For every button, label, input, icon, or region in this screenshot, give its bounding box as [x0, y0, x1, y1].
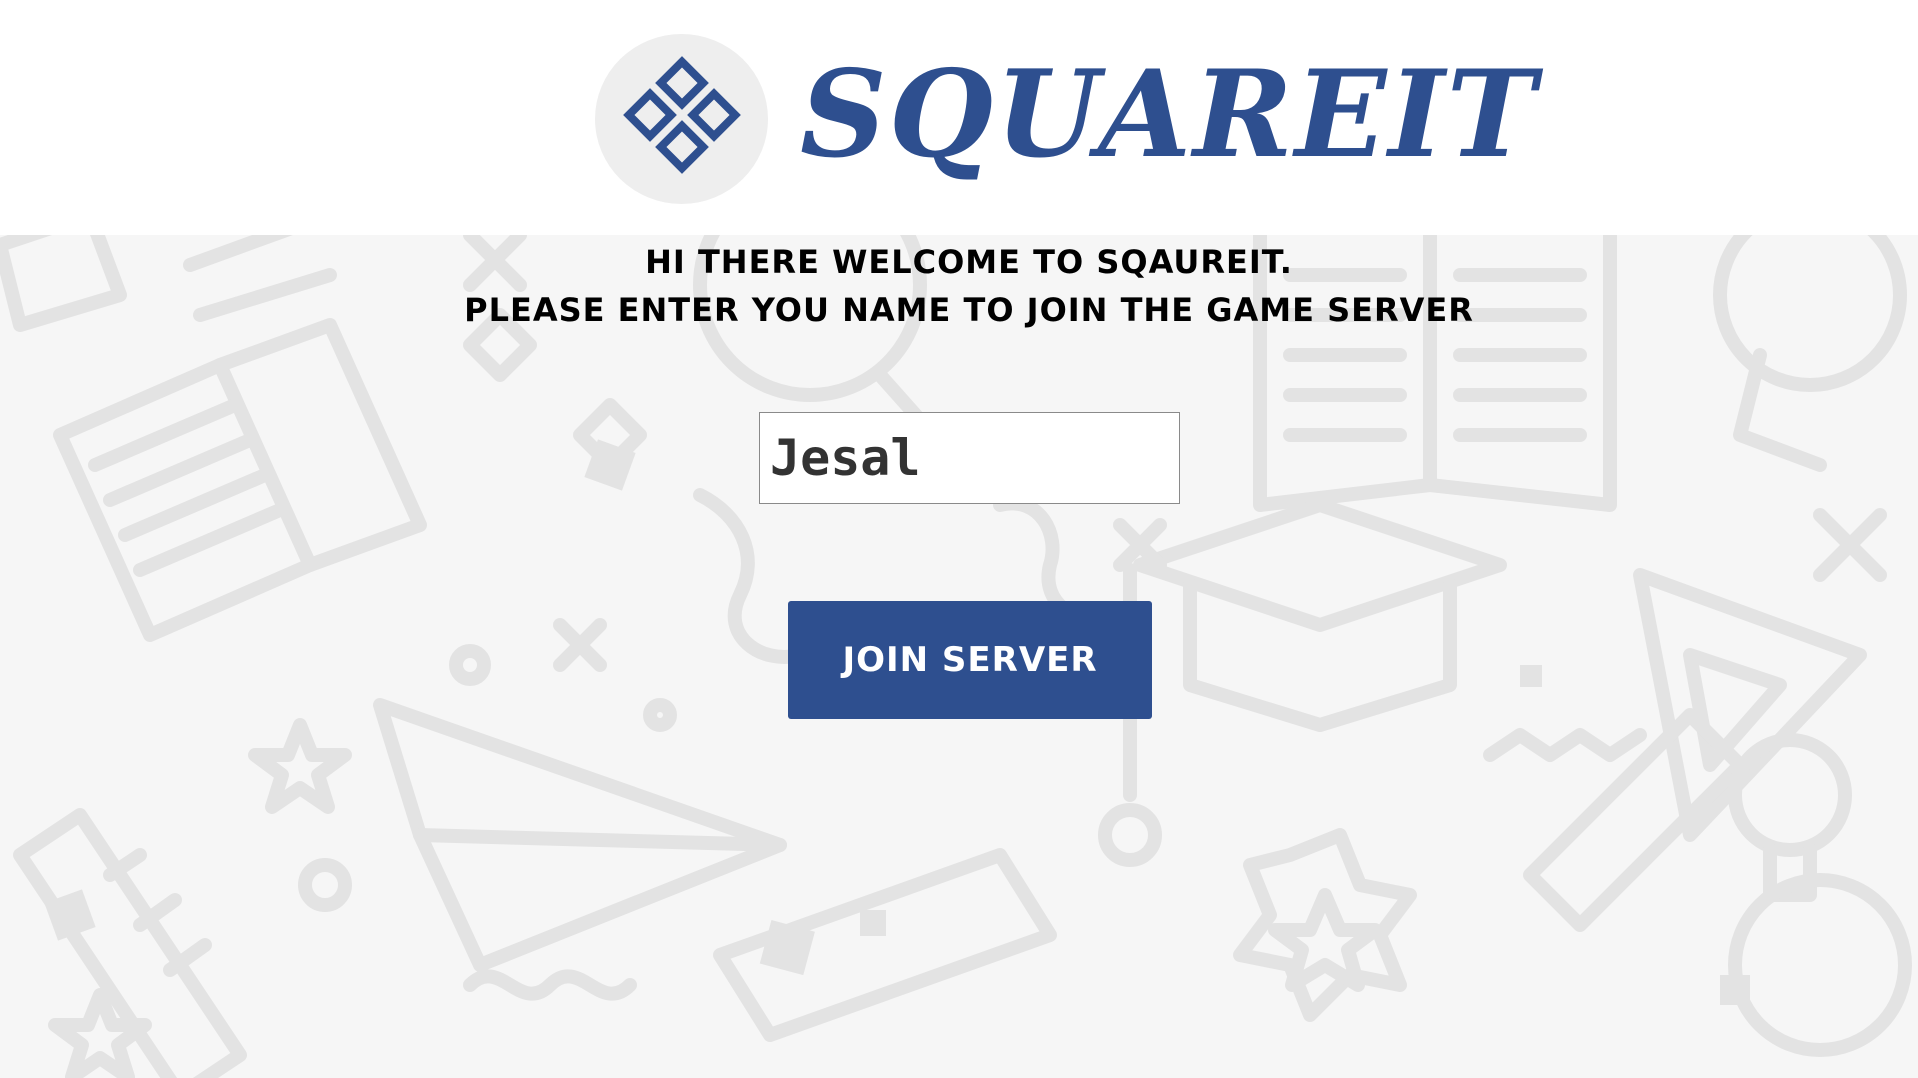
logo-badge: [595, 34, 768, 204]
welcome-line-1: Hi there welcome to Sqaureit.: [645, 243, 1293, 281]
header: SQUAREIT: [0, 0, 1918, 235]
four-diamonds-icon: [623, 56, 741, 174]
welcome-line-2: Please enter you name to join the game S…: [464, 291, 1474, 329]
player-name-input[interactable]: [759, 412, 1180, 504]
welcome-message: Hi there welcome to Sqaureit. Please ent…: [0, 238, 1918, 334]
app-logo-text: SQUAREIT: [800, 44, 1538, 185]
join-server-button[interactable]: Join Server: [788, 601, 1152, 719]
page: SQUAREIT HI THERE WELCOME TO SQAUREIT. P…: [0, 0, 1918, 1078]
